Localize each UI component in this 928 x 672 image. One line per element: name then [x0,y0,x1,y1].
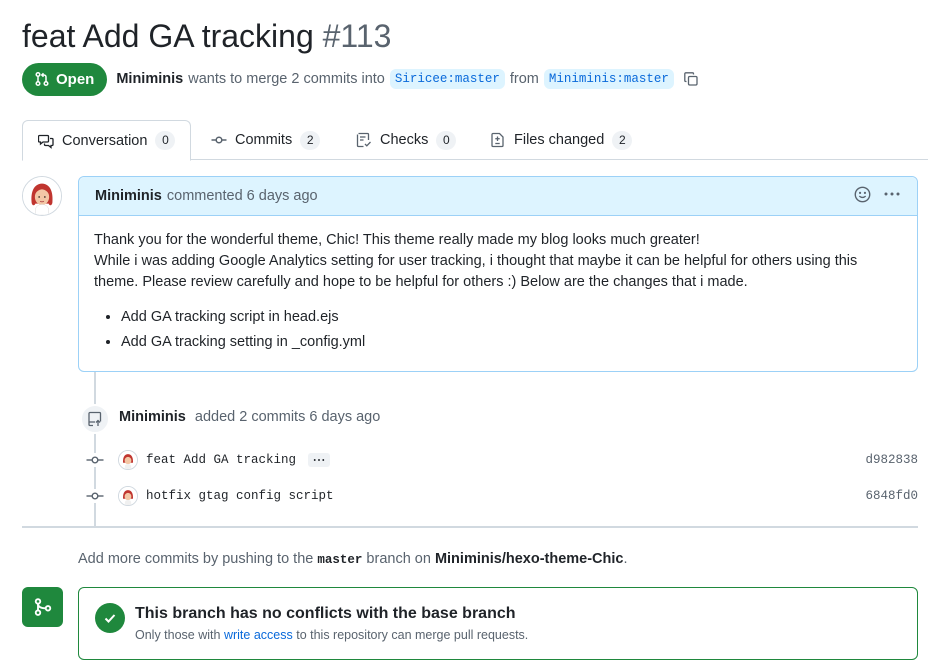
kebab-horizontal-icon[interactable] [883,186,901,206]
merge-status-box: This branch has no conflicts with the ba… [78,587,918,660]
write-access-link[interactable]: write access [224,628,293,642]
tab-commits-label: Commits [235,132,293,148]
git-commit-icon [211,136,227,144]
repo-push-icon [80,404,110,434]
commit-row: feat Add GA tracking d982838 [86,448,918,472]
comment-paragraph-1: Thank you for the wonderful theme, Chic!… [94,232,700,248]
hint-middle: branch on [366,551,431,567]
avatar[interactable] [118,486,138,506]
tab-conversation[interactable]: Conversation 0 [22,120,192,161]
merge-status-subtitle: Only those with write access to this rep… [135,628,528,642]
git-pull-request-icon [35,71,49,87]
pr-author-link[interactable]: Miniminis [116,71,183,87]
tab-checks-count: 0 [436,130,457,150]
hint-prefix: Add more commits by pushing to the [78,551,314,567]
pr-state-row: Open Miniminis wants to merge 2 commits … [22,62,700,96]
event-author-link[interactable]: Miniminis [119,409,186,425]
state-label: Open [56,70,95,88]
tab-files-changed-label: Files changed [514,132,605,148]
git-commit-icon [86,489,104,503]
pr-meta: Miniminis wants to merge 2 commits into … [116,69,700,89]
hint-repo-link[interactable]: Miniminis/hexo-theme-Chic [435,551,624,567]
tab-conversation-count: 0 [155,131,176,150]
list-item: Add GA tracking setting in _config.yml [121,332,902,353]
file-diff-icon [491,132,504,148]
hint-suffix: . [623,551,628,567]
tab-checks[interactable]: Checks 0 [356,120,457,160]
pr-title: feat Add GA tracking #113 [22,14,391,58]
tab-conversation-label: Conversation [62,132,148,149]
timeline-divider [22,526,918,528]
comment-paragraph-2: While i was adding Google Analytics sett… [94,253,858,290]
avatar[interactable] [22,176,62,216]
tab-commits-count: 2 [300,130,321,150]
expand-commit-message-button[interactable] [308,453,331,467]
list-item: Add GA tracking script in head.ejs [121,307,902,328]
commit-sha-link[interactable]: d982838 [865,453,918,467]
tab-files-changed[interactable]: Files changed 2 [490,120,633,160]
tab-files-changed-count: 2 [612,130,633,150]
commit-message-link[interactable]: feat Add GA tracking [146,453,296,467]
git-commit-icon [86,453,104,467]
state-badge: Open [22,62,108,96]
commit-row: hotfix gtag config script 6848fd0 [86,484,918,508]
merge-text: wants to merge 2 commits into [188,71,385,87]
commit-message-link[interactable]: hotfix gtag config script [146,489,334,503]
push-hint: Add more commits by pushing to the maste… [78,551,628,567]
merge-sub-suffix: to this repository can merge pull reques… [296,628,529,642]
commit-sha-link[interactable]: 6848fd0 [865,489,918,503]
change-list: Add GA tracking script in head.ejs Add G… [94,307,902,353]
tab-checks-label: Checks [380,132,429,148]
from-text: from [509,71,539,87]
comment-body: Thank you for the wonderful theme, Chic!… [79,216,917,371]
smiley-icon[interactable] [854,186,871,207]
check-icon [95,603,125,633]
comment-header: Miniminis commented 6 days ago [79,177,917,216]
tab-commits[interactable]: Commits 2 [211,120,321,160]
commit-event-text: Miniminis added 2 commits 6 days ago [119,409,380,425]
comment-author-link[interactable]: Miniminis [95,188,162,204]
comment-actions [854,186,901,207]
base-branch[interactable]: Siricee:master [389,69,505,89]
head-branch[interactable]: Miniminis:master [543,69,674,89]
avatar[interactable] [118,450,138,470]
hint-branch: master [317,553,363,567]
comment-discussion-icon [38,134,54,149]
comment-meta[interactable]: commented 6 days ago [167,188,318,204]
pr-number: #113 [322,18,392,54]
pr-title-text: feat Add GA tracking [22,18,314,54]
pr-tabs: Conversation 0 Commits 2 Checks 0 Files … [22,120,928,161]
checklist-icon [356,132,371,148]
merge-sub-prefix: Only those with [135,628,221,642]
event-meta: added 2 commits 6 days ago [194,409,381,425]
git-merge-icon [22,587,63,627]
copy-icon[interactable] [682,70,700,88]
comment-card: Miniminis commented 6 days ago Thank you… [78,176,918,372]
merge-status-title: This branch has no conflicts with the ba… [135,605,516,622]
